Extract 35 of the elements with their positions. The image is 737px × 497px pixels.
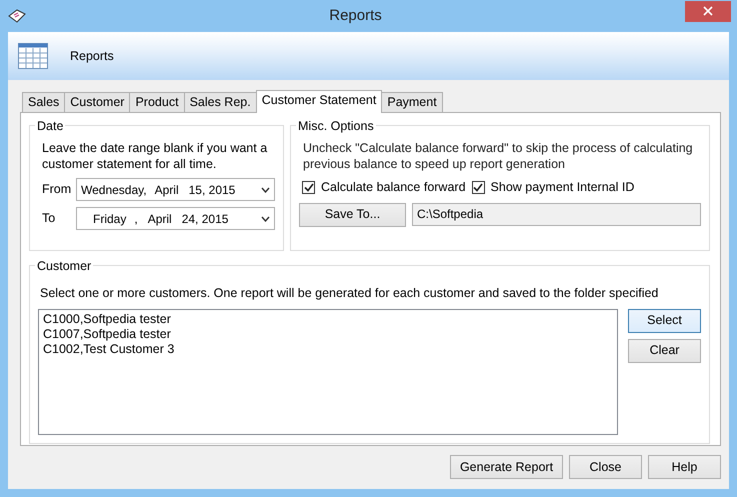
checkbox[interactable]: [302, 180, 315, 194]
list-item[interactable]: C1000,Softpedia tester: [43, 312, 613, 327]
hint-text: Select one or more customers. One report will be generated for each customer and saved to the folder specified: [39, 285, 660, 302]
tab[interactable]: Customer Statement: [256, 90, 382, 113]
select-button[interactable]: Select: [628, 308, 701, 333]
dialog-button[interactable]: Generate Report: [450, 455, 563, 479]
dialog-button[interactable]: Help: [648, 455, 721, 479]
list-item[interactable]: C1002,Test Customer 3: [43, 342, 613, 357]
checkbox-label: Calculate balance forward: [321, 179, 466, 196]
field-label: From: [41, 181, 72, 198]
tab[interactable]: Sales Rep.: [184, 92, 257, 112]
tab[interactable]: Customer: [64, 92, 130, 112]
table-icon: [18, 43, 48, 69]
tab[interactable]: Product: [129, 92, 185, 112]
list-item[interactable]: C1007,Softpedia tester: [43, 326, 613, 342]
checkbox-label: Show payment Internal ID: [490, 179, 634, 196]
app-icon: [8, 9, 26, 23]
folder-field[interactable]: C:\Softpedia: [412, 202, 701, 226]
checkbox[interactable]: [472, 180, 485, 194]
dialog-button[interactable]: Close: [569, 455, 642, 479]
dropdown-icon[interactable]: [261, 216, 270, 222]
dropdown-icon[interactable]: [261, 186, 270, 192]
window-title: Reports: [328, 6, 383, 26]
close-icon[interactable]: [685, 0, 731, 22]
header-title: Reports: [70, 48, 114, 65]
hint-text: Leave the date range blank if you want a customer statement for all time.: [41, 140, 268, 172]
hint-text: Uncheck "Calculate balance forward" to skip the process of calculating previous balance to speed up report generation: [302, 140, 694, 172]
date-field[interactable]: Wednesday, April 15, 2015: [76, 178, 275, 201]
tab[interactable]: Payment: [381, 92, 443, 112]
field-label: To: [41, 210, 56, 228]
clear-button[interactable]: Clear: [628, 338, 701, 363]
date-field[interactable]: Friday , April 24, 2015: [76, 207, 275, 230]
customer-list[interactable]: C1000,Softpedia tester C1007,Softpedia tester C1002,Test Customer 3: [38, 308, 618, 435]
tab[interactable]: Sales: [22, 92, 66, 112]
save-to-button[interactable]: Save To...: [299, 202, 406, 227]
